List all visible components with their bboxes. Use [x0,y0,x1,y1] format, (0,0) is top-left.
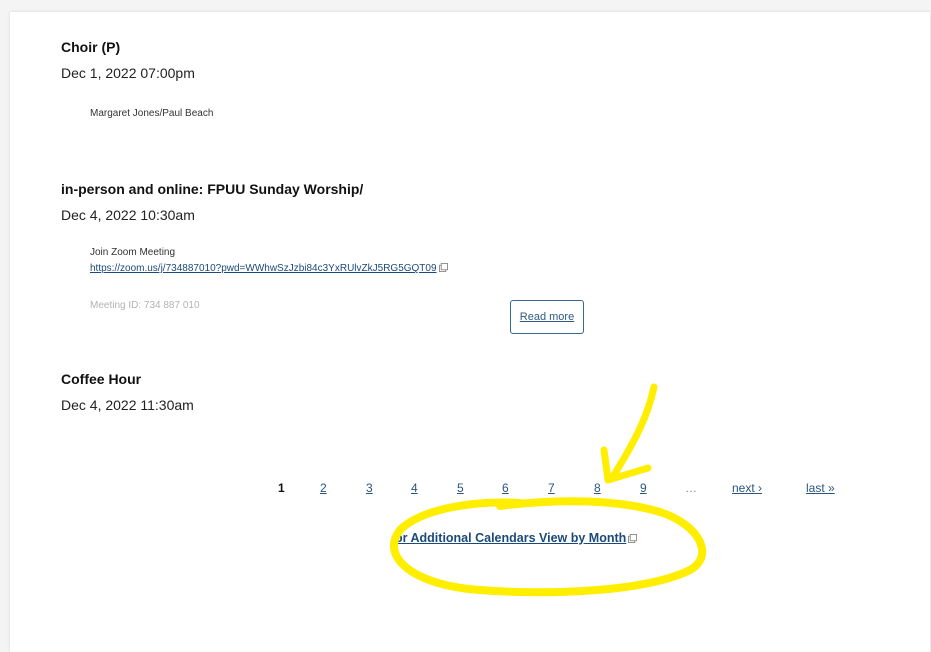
page-current: 1 [278,481,285,495]
event-description-line: Join Zoom Meeting [90,247,176,258]
event-title[interactable]: in-person and online: FPUU Sunday Worshi… [61,181,448,197]
event-item: in-person and online: FPUU Sunday Worshi… [61,181,448,311]
event-description: Margaret Jones/Paul Beach [90,108,214,119]
event-item: Choir (P) Dec 1, 2022 07:00pm Margaret J… [61,39,213,119]
event-date: Dec 1, 2022 07:00pm [61,65,195,81]
read-more-button[interactable]: Read more [510,300,584,334]
page-link[interactable]: 7 [548,481,555,495]
event-title[interactable]: Coffee Hour [61,371,194,387]
events-card: Choir (P) Dec 1, 2022 07:00pm Margaret J… [10,12,930,652]
page-ellipsis: … [685,481,697,495]
page-link[interactable]: 9 [640,481,647,495]
zoom-link[interactable]: https://zoom.us/j/734887010?pwd=WWhwSzJz… [90,263,437,274]
external-link-icon [438,263,448,272]
event-date: Dec 4, 2022 10:30am [61,207,195,223]
page-link[interactable]: 2 [320,481,327,495]
next-page-link[interactable]: next › [732,481,762,495]
event-date: Dec 4, 2022 11:30am [61,397,194,413]
external-link-icon [628,534,638,543]
additional-calendars-row: or Additional Calendars View by Month [395,531,638,545]
page-link[interactable]: 5 [457,481,464,495]
event-title[interactable]: Choir (P) [61,39,213,55]
page-link[interactable]: 4 [411,481,418,495]
page-link[interactable]: 6 [502,481,509,495]
page-link[interactable]: 8 [594,481,601,495]
meeting-id: Meeting ID: 734 887 010 [90,300,200,311]
last-page-link[interactable]: last » [806,481,835,495]
event-item: Coffee Hour Dec 4, 2022 11:30am [61,371,194,413]
additional-calendars-link[interactable]: or Additional Calendars View by Month [395,531,626,545]
page-link[interactable]: 3 [366,481,373,495]
zoom-link-row: https://zoom.us/j/734887010?pwd=WWhwSzJz… [90,263,448,274]
